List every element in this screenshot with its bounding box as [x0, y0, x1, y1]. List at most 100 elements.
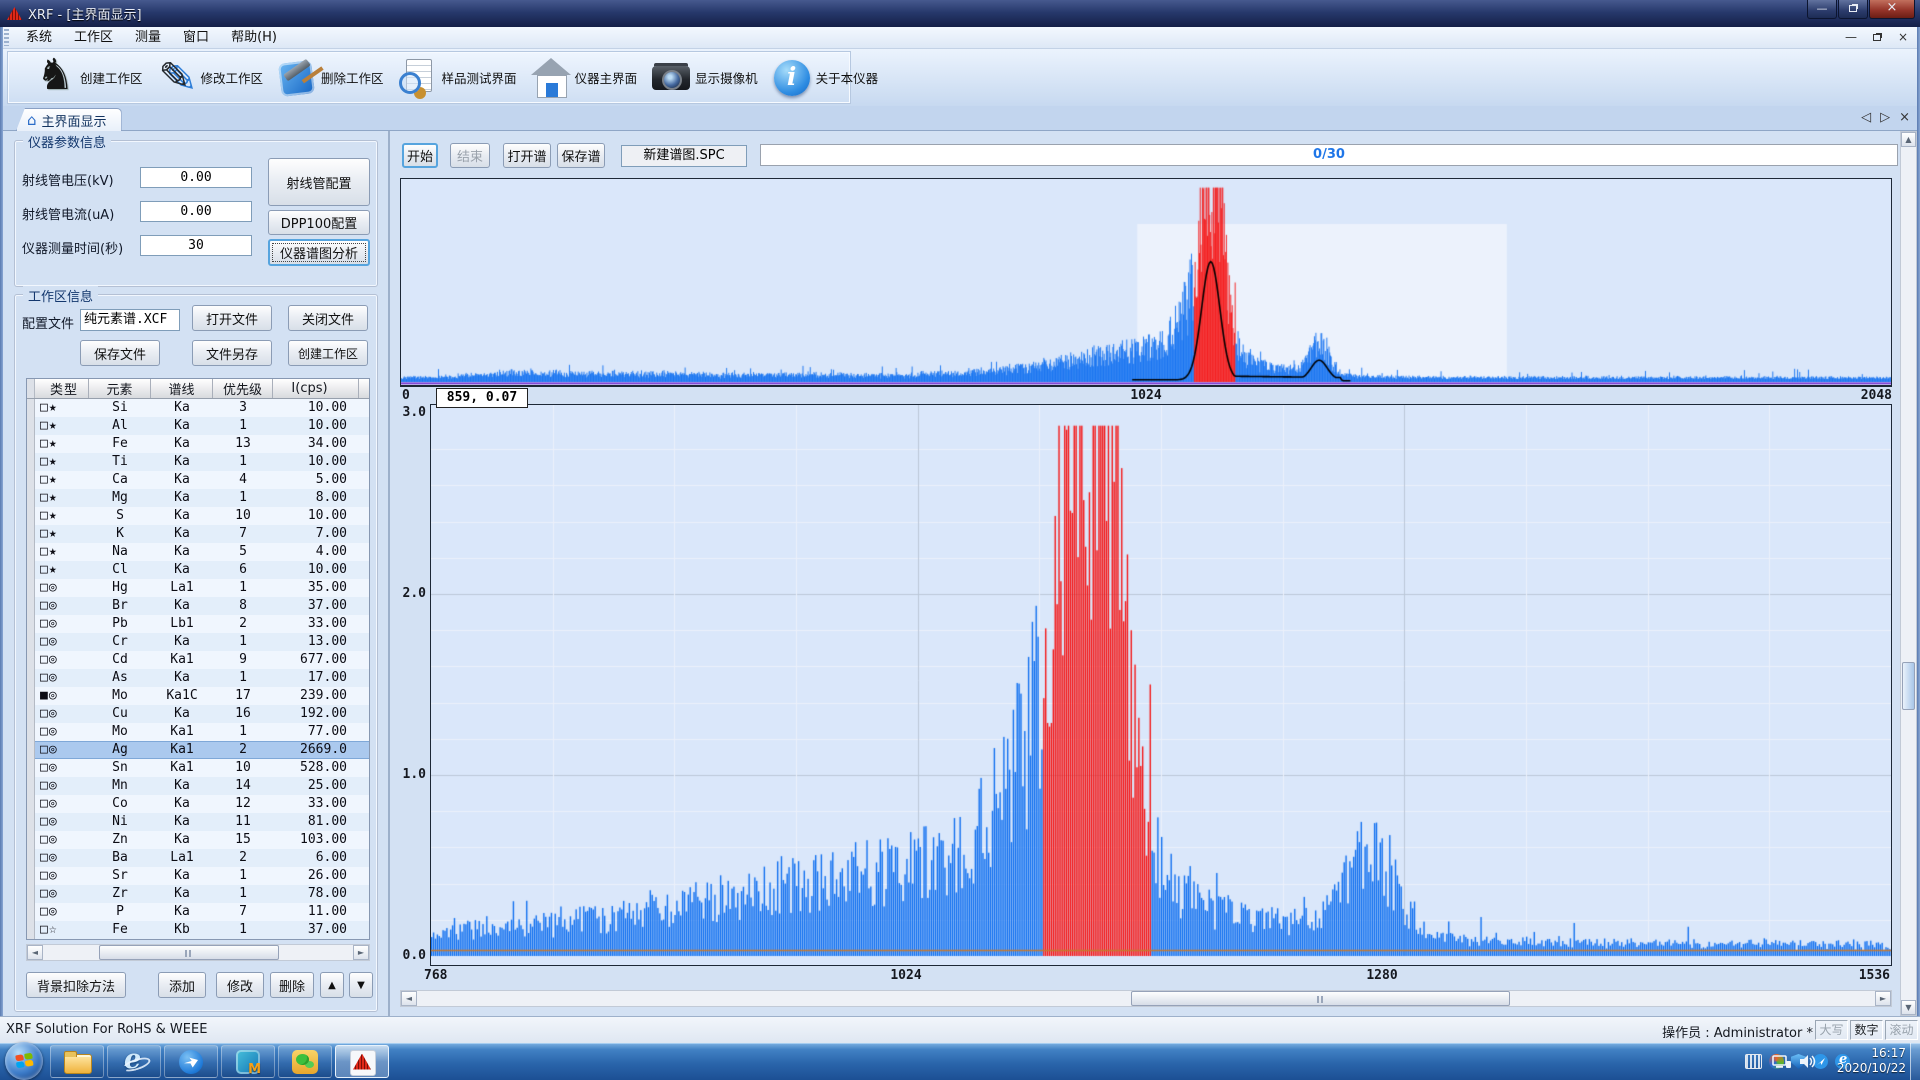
- mdi-restore-button[interactable]: [1868, 29, 1886, 46]
- element-row-Mn-Ka[interactable]: □◎MnKa1425.00: [27, 777, 369, 795]
- element-row-Fe-Kb[interactable]: □☆FeKb137.00: [27, 921, 369, 939]
- save-spectrum-button[interactable]: 保存谱: [557, 143, 605, 168]
- stop-button[interactable]: 结束: [450, 143, 490, 168]
- element-row-Hg-La1[interactable]: □◎HgLa1135.00: [27, 579, 369, 597]
- zoom-spectrum-chart[interactable]: [431, 405, 1891, 965]
- taskbar-app-m-tool[interactable]: [221, 1045, 275, 1078]
- move-up-button[interactable]: ▲: [320, 972, 344, 998]
- start-button[interactable]: [5, 1042, 43, 1080]
- chart-vscrollbar[interactable]: ▲ ▼: [1900, 131, 1917, 1016]
- element-row-Zr-Ka[interactable]: □◎ZrKa178.00: [27, 885, 369, 903]
- scroll-down-icon[interactable]: ▼: [1901, 1000, 1916, 1015]
- scroll-left-icon[interactable]: ◄: [27, 945, 43, 960]
- tab-close-icon[interactable]: ×: [1899, 110, 1910, 125]
- tube-config-button[interactable]: 射线管配置: [268, 158, 370, 206]
- menu-item-系统[interactable]: 系统: [15, 27, 63, 48]
- tab-main-view[interactable]: ⌂ 主界面显示: [16, 108, 122, 131]
- element-row-Al-Ka[interactable]: □★AlKa110.00: [27, 417, 369, 435]
- network-icon[interactable]: [1772, 1055, 1792, 1069]
- element-row-Ca-Ka[interactable]: □★CaKa45.00: [27, 471, 369, 489]
- element-row-Cd-Ka1[interactable]: □◎CdKa19677.00: [27, 651, 369, 669]
- dpp100-config-button[interactable]: DPP100配置: [268, 210, 370, 235]
- column-header-类型[interactable]: 类型: [35, 379, 89, 398]
- element-row-S-Ka[interactable]: □★SKa1010.00: [27, 507, 369, 525]
- save-as-button[interactable]: 文件另存: [192, 340, 272, 366]
- create-workspace-button[interactable]: 创建工作区: [288, 340, 368, 366]
- chart-hscroll-thumb[interactable]: [1131, 991, 1510, 1006]
- config-file-field[interactable]: 纯元素谱.XCF: [80, 309, 180, 331]
- element-row-Fe-Ka[interactable]: □★FeKa1334.00: [27, 435, 369, 453]
- element-row-As-Ka[interactable]: □◎AsKa117.00: [27, 669, 369, 687]
- taskbar-app-internet-explorer[interactable]: [107, 1045, 161, 1078]
- mdi-close-button[interactable]: ×: [1894, 29, 1912, 46]
- menu-item-测量[interactable]: 测量: [124, 27, 172, 48]
- delete-button[interactable]: 删除: [270, 972, 314, 998]
- chart-scroll-right-icon[interactable]: ►: [1875, 991, 1891, 1006]
- element-row-Mo-Ka1[interactable]: □◎MoKa1177.00: [27, 723, 369, 741]
- open-file-button[interactable]: 打开文件: [192, 305, 272, 331]
- element-row-Sr-Ka[interactable]: □◎SrKa126.00: [27, 867, 369, 885]
- taskbar-app-messenger[interactable]: [164, 1045, 218, 1078]
- show-desktop-button[interactable]: [1910, 1043, 1920, 1080]
- toolbar-button-modify-workspace[interactable]: 修改工作区: [152, 55, 267, 101]
- element-row-Pb-Lb1[interactable]: □◎PbLb1233.00: [27, 615, 369, 633]
- element-row-Cu-Ka[interactable]: □◎CuKa16192.00: [27, 705, 369, 723]
- modify-button[interactable]: 修改: [216, 972, 264, 998]
- measure-time-field[interactable]: 30: [140, 235, 252, 256]
- tab-scroll-left-icon[interactable]: ◁: [1861, 110, 1871, 125]
- element-row-Cr-Ka[interactable]: □◎CrKa113.00: [27, 633, 369, 651]
- element-row-Mo-Ka1C[interactable]: ■◎MoKa1C17239.00: [27, 687, 369, 705]
- spectrum-analysis-button[interactable]: 仪器谱图分析: [268, 239, 370, 266]
- close-button[interactable]: ×: [1869, 0, 1915, 19]
- table-hscroll-thumb[interactable]: [99, 945, 279, 960]
- keyboard-icon[interactable]: [1745, 1054, 1762, 1069]
- element-row-Ti-Ka[interactable]: □★TiKa110.00: [27, 453, 369, 471]
- scroll-up-icon[interactable]: ▲: [1901, 132, 1916, 147]
- taskbar-clock[interactable]: 16:17 2020/10/22: [1837, 1046, 1906, 1076]
- move-down-button[interactable]: ▼: [349, 972, 373, 998]
- element-row-Br-Ka[interactable]: □◎BrKa837.00: [27, 597, 369, 615]
- element-row-Na-Ka[interactable]: □★NaKa54.00: [27, 543, 369, 561]
- element-row-Co-Ka[interactable]: □◎CoKa1233.00: [27, 795, 369, 813]
- column-header-优先级[interactable]: 优先级: [213, 379, 273, 398]
- toolbar-button-about[interactable]: 关于本仪器: [767, 55, 882, 101]
- element-row-Zn-Ka[interactable]: □◎ZnKa15103.00: [27, 831, 369, 849]
- table-hscrollbar[interactable]: ◄ ►: [26, 944, 370, 961]
- tube-voltage-field[interactable]: 0.00: [140, 167, 252, 188]
- background-subtract-button[interactable]: 背景扣除方法: [26, 972, 126, 998]
- toolbar-button-sample-test[interactable]: 样品测试界面: [393, 55, 520, 101]
- open-spectrum-button[interactable]: 打开谱: [503, 143, 551, 168]
- taskbar-app-wechat[interactable]: [278, 1045, 332, 1078]
- column-header-元素[interactable]: 元素: [89, 379, 151, 398]
- save-file-button[interactable]: 保存文件: [80, 340, 160, 366]
- element-row-Si-Ka[interactable]: □★SiKa310.00: [27, 399, 369, 417]
- toolbar-button-create-workspace[interactable]: 创建工作区: [31, 55, 146, 101]
- taskbar-app-xrf-app[interactable]: [335, 1045, 389, 1078]
- column-header-谱线[interactable]: 谱线: [151, 379, 213, 398]
- menu-item-工作区[interactable]: 工作区: [63, 27, 124, 48]
- tube-current-field[interactable]: 0.00: [140, 201, 252, 222]
- scroll-right-icon[interactable]: ►: [353, 945, 369, 960]
- element-row-Ni-Ka[interactable]: □◎NiKa1181.00: [27, 813, 369, 831]
- toolbar-button-show-camera[interactable]: 显示摄像机: [646, 55, 761, 101]
- add-button[interactable]: 添加: [158, 972, 206, 998]
- element-row-Ba-La1[interactable]: □◎BaLa126.00: [27, 849, 369, 867]
- element-row-Ag-Ka1[interactable]: □◎AgKa122669.0: [27, 741, 369, 759]
- minimize-button[interactable]: —: [1807, 0, 1837, 19]
- menu-item-窗口[interactable]: 窗口: [172, 27, 220, 48]
- volume-icon[interactable]: [1800, 1054, 1817, 1069]
- spectrum-filename-field[interactable]: 新建谱图.SPC: [621, 145, 747, 167]
- taskbar-app-explorer[interactable]: [50, 1045, 104, 1078]
- element-row-P-Ka[interactable]: □◎PKa711.00: [27, 903, 369, 921]
- mdi-minimize-button[interactable]: —: [1842, 29, 1860, 46]
- overview-spectrum-chart[interactable]: [401, 179, 1891, 385]
- element-row-Cl-Ka[interactable]: □★ClKa610.00: [27, 561, 369, 579]
- column-header-I(cps)[interactable]: I(cps): [273, 379, 359, 398]
- start-button[interactable]: 开始: [402, 143, 438, 168]
- tab-scroll-right-icon[interactable]: ▷: [1880, 110, 1890, 125]
- toolbar-button-instrument-home[interactable]: 仪器主界面: [526, 55, 641, 101]
- element-row-K-Ka[interactable]: □★KKa77.00: [27, 525, 369, 543]
- chart-hscrollbar[interactable]: ◄ ►: [400, 990, 1892, 1007]
- chart-vscroll-thumb[interactable]: [1902, 662, 1915, 710]
- element-row-Mg-Ka[interactable]: □★MgKa18.00: [27, 489, 369, 507]
